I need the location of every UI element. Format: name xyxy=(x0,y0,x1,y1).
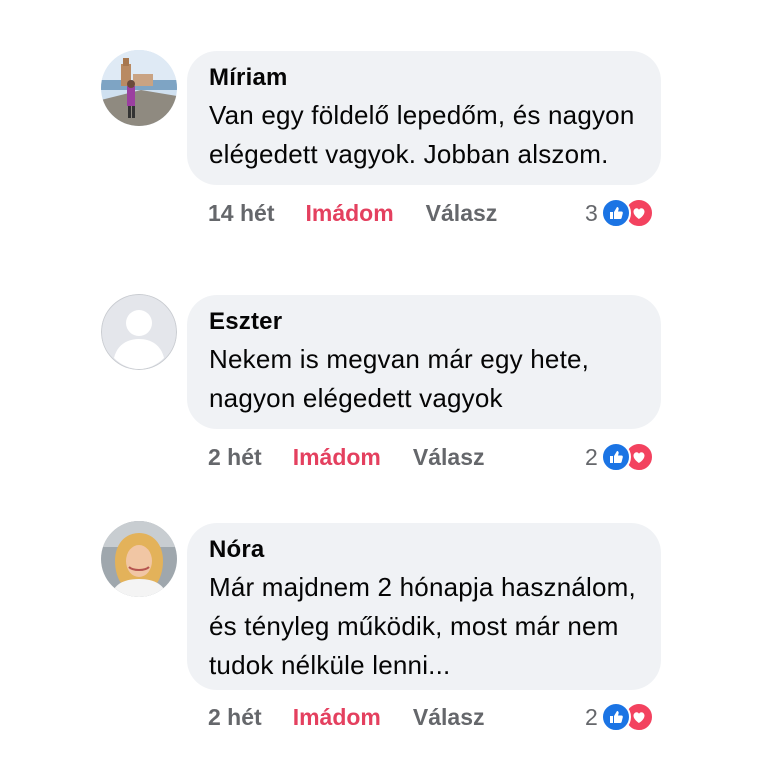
avatar[interactable] xyxy=(101,521,177,597)
seaside-photo-avatar xyxy=(101,50,177,126)
comment-text-line: Már majdnem 2 hónapja használom, xyxy=(209,572,636,602)
comment-bubble: Míriam Van egy földelő lepedőm, és nagyo… xyxy=(187,51,661,185)
comment-time[interactable]: 14 hét xyxy=(208,200,274,227)
comment-author[interactable]: Eszter xyxy=(209,307,639,337)
comment-author[interactable]: Míriam xyxy=(209,63,639,93)
comment-text-line: elégedett vagyok. Jobban alszom. xyxy=(209,139,609,169)
comment-actions: 2 hét Imádom Válasz xyxy=(208,702,484,732)
reaction-summary[interactable]: 2 xyxy=(585,702,654,732)
avatar[interactable] xyxy=(101,50,177,126)
comment-bubble: Nóra Már majdnem 2 hónapja használom, és… xyxy=(187,523,661,690)
default-avatar-icon xyxy=(101,294,177,370)
comment-bubble: Eszter Nekem is megvan már egy hete, nag… xyxy=(187,295,661,429)
comment-author[interactable]: Nóra xyxy=(209,535,639,565)
comment-text-line: tudok nélküle lenni... xyxy=(209,650,451,680)
comment-time[interactable]: 2 hét xyxy=(208,444,262,471)
reply-button[interactable]: Válasz xyxy=(413,704,485,731)
like-icon xyxy=(600,702,631,732)
woman-photo-avatar xyxy=(101,521,177,597)
reaction-count: 3 xyxy=(585,199,598,226)
comment-text-line: Nekem is megvan már egy hete, xyxy=(209,344,590,374)
comment-time[interactable]: 2 hét xyxy=(208,704,262,731)
love-reaction-button[interactable]: Imádom xyxy=(293,704,381,731)
reply-button[interactable]: Válasz xyxy=(426,200,498,227)
avatar[interactable] xyxy=(101,294,177,370)
reaction-summary[interactable]: 2 xyxy=(585,442,654,472)
comment-text-line: nagyon elégedett vagyok xyxy=(209,383,503,413)
comment-text: Van egy földelő lepedőm, és nagyon elége… xyxy=(209,96,639,174)
comment-text: Már majdnem 2 hónapja használom, és tény… xyxy=(209,568,639,685)
like-icon xyxy=(600,198,631,228)
love-reaction-button[interactable]: Imádom xyxy=(305,200,393,227)
reply-button[interactable]: Válasz xyxy=(413,444,485,471)
reaction-count: 2 xyxy=(585,703,598,730)
comment-actions: 2 hét Imádom Válasz xyxy=(208,442,484,472)
comment-text-line: Van egy földelő lepedőm, és nagyon xyxy=(209,100,635,130)
comment-text-line: és tényleg működik, most már nem xyxy=(209,611,619,641)
love-reaction-button[interactable]: Imádom xyxy=(293,444,381,471)
reaction-summary[interactable]: 3 xyxy=(585,198,654,228)
comment-actions: 14 hét Imádom Válasz xyxy=(208,198,497,228)
like-icon xyxy=(600,442,631,472)
comment-text: Nekem is megvan már egy hete, nagyon elé… xyxy=(209,340,639,418)
reaction-count: 2 xyxy=(585,443,598,470)
